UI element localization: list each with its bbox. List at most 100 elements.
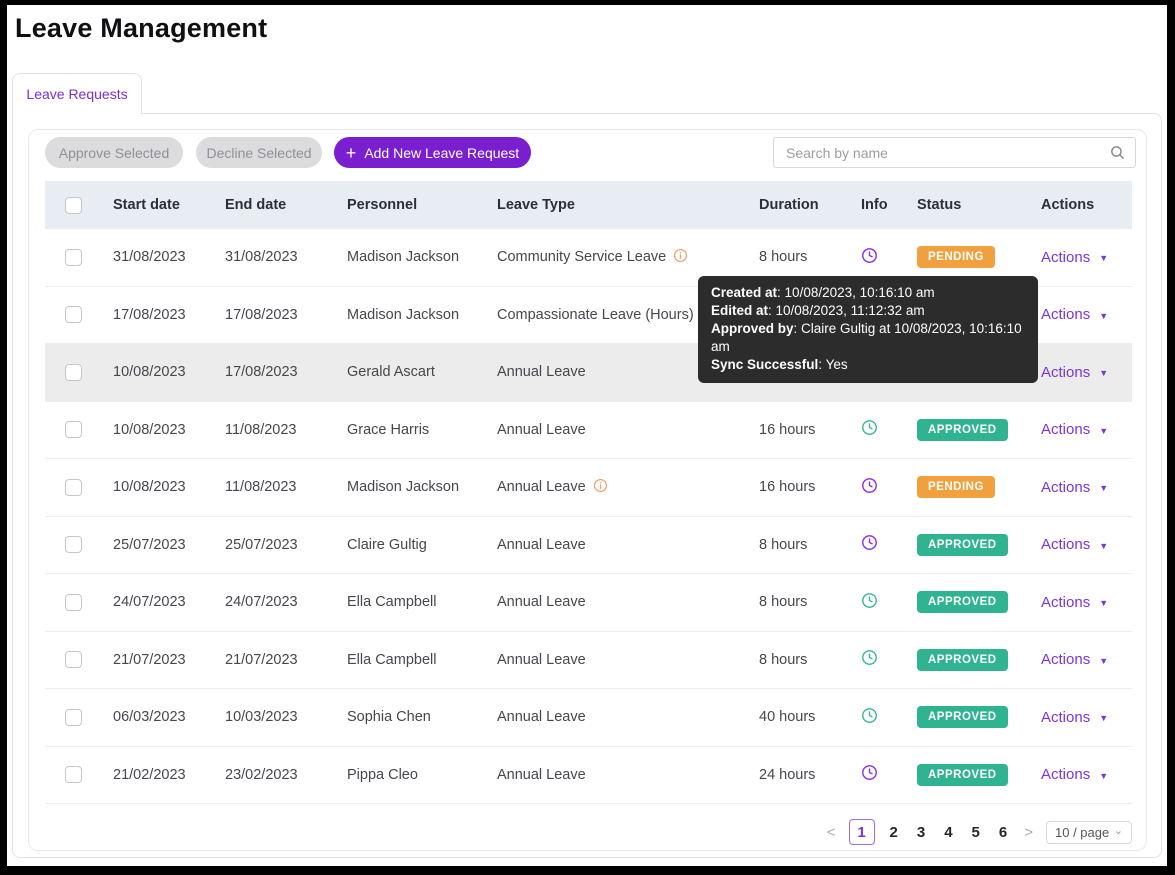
actions-dropdown[interactable]: Actions ▼	[1041, 651, 1108, 668]
chevron-down-icon: ▼	[1099, 366, 1108, 378]
info-icon[interactable]	[593, 478, 608, 497]
search-input[interactable]	[773, 137, 1136, 168]
actions-label: Actions	[1041, 651, 1090, 668]
table-row: 06/03/2023 10/03/2023 Sophia Chen Annual…	[45, 689, 1132, 747]
status-badge: PENDING	[917, 246, 995, 268]
chevron-down-icon: ▼	[1099, 769, 1108, 781]
status-badge: APPROVED	[917, 419, 1008, 441]
actions-label: Actions	[1041, 249, 1090, 266]
pagination-prev-icon[interactable]: <	[825, 824, 838, 841]
actions-dropdown[interactable]: Actions ▼	[1041, 766, 1108, 783]
clock-icon[interactable]	[861, 482, 878, 498]
info-tooltip: Created at: 10/08/2023, 10:16:10 am Edit…	[698, 276, 1038, 383]
pagination-page-5[interactable]: 5	[968, 824, 984, 841]
clock-icon[interactable]	[861, 539, 878, 555]
clock-icon[interactable]	[861, 597, 878, 613]
cell-personnel: Ella Campbell	[335, 652, 485, 668]
leave-type-label: Annual Leave	[497, 537, 586, 553]
pagination-page-6[interactable]: 6	[995, 824, 1011, 841]
row-checkbox[interactable]	[65, 709, 82, 726]
table-row: 25/07/2023 25/07/2023 Claire Gultig Annu…	[45, 517, 1132, 575]
cell-duration: 8 hours	[747, 652, 849, 668]
cell-start-date: 10/08/2023	[101, 479, 213, 495]
cell-duration: 8 hours	[747, 537, 849, 553]
actions-dropdown[interactable]: Actions ▼	[1041, 709, 1108, 726]
row-checkbox[interactable]	[65, 364, 82, 381]
clock-icon[interactable]	[861, 654, 878, 670]
clock-icon[interactable]	[861, 424, 878, 440]
cell-leave-type: Annual Leave	[485, 477, 747, 497]
tab-leave-requests[interactable]: Leave Requests	[12, 73, 142, 114]
status-badge: APPROVED	[917, 764, 1008, 786]
row-checkbox[interactable]	[65, 766, 82, 783]
row-checkbox[interactable]	[65, 594, 82, 611]
add-new-leave-request-button[interactable]: + Add New Leave Request	[334, 137, 531, 168]
pagination-page-4[interactable]: 4	[940, 824, 956, 841]
cell-personnel: Gerald Ascart	[335, 364, 485, 380]
add-button-label: Add New Leave Request	[364, 145, 519, 161]
actions-label: Actions	[1041, 709, 1090, 726]
approve-selected-button[interactable]: Approve Selected	[45, 137, 183, 168]
clock-icon[interactable]	[861, 769, 878, 785]
column-header-leave-type: Leave Type	[485, 197, 747, 213]
pagination-page-3[interactable]: 3	[913, 824, 929, 841]
leave-type-label: Community Service Leave	[497, 249, 666, 265]
chevron-down-icon: ⌄	[1114, 824, 1123, 837]
chevron-down-icon: ▼	[1099, 711, 1108, 723]
cell-leave-type: Annual Leave	[485, 767, 747, 783]
actions-dropdown[interactable]: Actions ▼	[1041, 306, 1108, 323]
cell-personnel: Madison Jackson	[335, 249, 485, 265]
chevron-down-icon: ▼	[1099, 424, 1108, 436]
actions-dropdown[interactable]: Actions ▼	[1041, 249, 1108, 266]
column-header-personnel: Personnel	[335, 197, 485, 213]
column-header-info: Info	[849, 197, 905, 213]
actions-dropdown[interactable]: Actions ▼	[1041, 479, 1108, 496]
row-checkbox[interactable]	[65, 306, 82, 323]
leave-type-label: Annual Leave	[497, 652, 586, 668]
table-row: 24/07/2023 24/07/2023 Ella Campbell Annu…	[45, 574, 1132, 632]
cell-leave-type: Annual Leave	[485, 709, 747, 725]
cell-duration: 8 hours	[747, 249, 849, 265]
row-checkbox[interactable]	[65, 479, 82, 496]
pagination-page-2[interactable]: 2	[886, 824, 902, 841]
tooltip-line-created: Created at: 10/08/2023, 10:16:10 am	[711, 284, 1025, 302]
actions-dropdown[interactable]: Actions ▼	[1041, 364, 1108, 381]
page-title: Leave Management	[15, 13, 267, 44]
actions-label: Actions	[1041, 306, 1090, 323]
table-row: 10/08/2023 11/08/2023 Madison Jackson An…	[45, 459, 1132, 517]
status-badge: APPROVED	[917, 534, 1008, 556]
pagination-next-icon[interactable]: >	[1022, 824, 1035, 841]
decline-selected-button[interactable]: Decline Selected	[196, 137, 322, 168]
chevron-down-icon: ▼	[1099, 251, 1108, 263]
clock-icon[interactable]	[861, 252, 878, 268]
cell-start-date: 21/07/2023	[101, 652, 213, 668]
row-checkbox[interactable]	[65, 249, 82, 266]
cell-end-date: 10/03/2023	[213, 709, 335, 725]
row-checkbox[interactable]	[65, 651, 82, 668]
select-all-checkbox[interactable]	[65, 197, 82, 214]
actions-dropdown[interactable]: Actions ▼	[1041, 594, 1108, 611]
cell-duration: 16 hours	[747, 422, 849, 438]
leave-type-label: Annual Leave	[497, 422, 586, 438]
cell-start-date: 21/02/2023	[101, 767, 213, 783]
cell-personnel: Claire Gultig	[335, 537, 485, 553]
cell-duration: 24 hours	[747, 767, 849, 783]
cell-start-date: 17/08/2023	[101, 307, 213, 323]
row-checkbox[interactable]	[65, 421, 82, 438]
cell-personnel: Madison Jackson	[335, 479, 485, 495]
actions-label: Actions	[1041, 364, 1090, 381]
cell-duration: 8 hours	[747, 594, 849, 610]
page-size-select[interactable]: 10 / page ⌄	[1046, 821, 1132, 844]
status-badge: PENDING	[917, 476, 995, 498]
pagination-pages: 123456	[849, 819, 1012, 845]
info-icon[interactable]	[673, 248, 688, 267]
pagination-page-1[interactable]: 1	[849, 819, 875, 845]
leave-type-label: Annual Leave	[497, 364, 586, 380]
actions-dropdown[interactable]: Actions ▼	[1041, 536, 1108, 553]
clock-icon[interactable]	[861, 712, 878, 728]
row-checkbox[interactable]	[65, 536, 82, 553]
cell-end-date: 17/08/2023	[213, 364, 335, 380]
cell-start-date: 31/08/2023	[101, 249, 213, 265]
actions-dropdown[interactable]: Actions ▼	[1041, 421, 1108, 438]
plus-icon: +	[346, 144, 357, 162]
